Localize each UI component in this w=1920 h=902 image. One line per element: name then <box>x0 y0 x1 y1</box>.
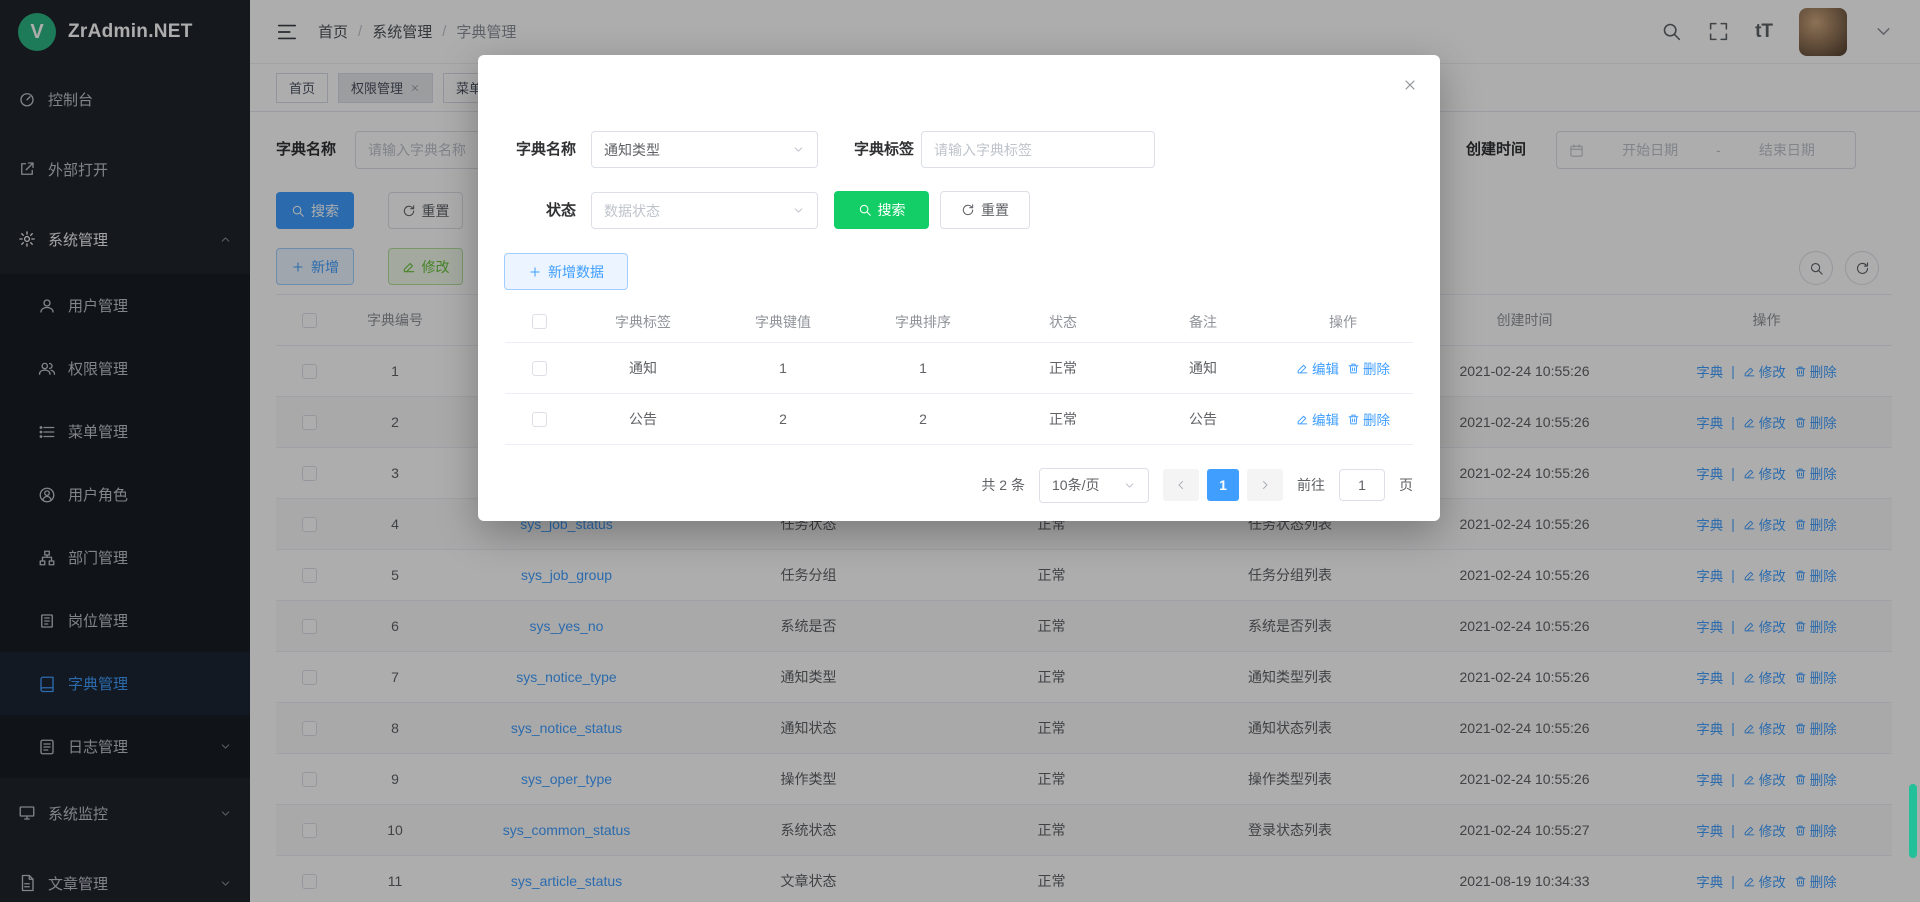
cell-operations: 编辑 删除 <box>1273 343 1413 393</box>
row-delete-link[interactable]: 删除 <box>1347 409 1390 429</box>
dialog-status-label: 状态 <box>504 192 576 229</box>
chevron-down-icon <box>792 204 805 217</box>
dialog-dict-name-label: 字典名称 <box>504 131 576 168</box>
row-delete-link[interactable]: 删除 <box>1347 358 1390 378</box>
plus-icon <box>528 265 542 279</box>
cell-dict-label: 公告 <box>573 394 713 444</box>
row-checkbox[interactable] <box>532 412 547 427</box>
select-value: 10条/页 <box>1052 475 1123 495</box>
cell-dict-value: 1 <box>713 343 853 393</box>
row-checkbox[interactable] <box>532 361 547 376</box>
dialog-status-select[interactable]: 数据状态 <box>591 192 818 229</box>
dialog-search-button[interactable]: 搜索 <box>834 191 929 229</box>
page-size-select[interactable]: 10条/页 <box>1039 468 1149 503</box>
header-remark: 备注 <box>1133 301 1273 342</box>
dict-data-dialog: 字典名称 通知类型 字典标签 状态 数据状态 搜索 重置 新增数据 字典标签 字… <box>478 55 1440 521</box>
scrollbar-thumb[interactable] <box>1909 784 1917 858</box>
page-number-button[interactable]: 1 <box>1207 469 1239 501</box>
pagination: 共 2 条 10条/页 1 前往 页 <box>505 467 1413 503</box>
row-edit-link[interactable]: 编辑 <box>1296 358 1339 378</box>
table-row: 通知 1 1 正常 通知 编辑 删除 <box>505 343 1413 394</box>
select-placeholder: 数据状态 <box>604 201 792 221</box>
chevron-down-icon <box>792 143 805 156</box>
dialog-add-data-button[interactable]: 新增数据 <box>504 253 628 290</box>
goto-page-input[interactable] <box>1339 469 1385 501</box>
cell-remark: 公告 <box>1133 394 1273 444</box>
cell-dict-value: 2 <box>713 394 853 444</box>
dialog-reset-button[interactable]: 重置 <box>940 191 1030 229</box>
dialog-dict-tag-input[interactable] <box>921 131 1155 168</box>
header-dict-label: 字典标签 <box>573 301 713 342</box>
cell-dict-sort: 1 <box>853 343 993 393</box>
cell-status: 正常 <box>993 394 1133 444</box>
table-header-row: 字典标签 字典键值 字典排序 状态 备注 操作 <box>505 301 1413 343</box>
cell-operations: 编辑 删除 <box>1273 394 1413 444</box>
prev-page-button[interactable] <box>1163 469 1199 501</box>
header-operations: 操作 <box>1273 301 1413 342</box>
header-dict-sort: 字典排序 <box>853 301 993 342</box>
table-body: 通知 1 1 正常 通知 编辑 删除 公告 2 2 正常 <box>505 343 1413 445</box>
refresh-icon <box>961 203 975 217</box>
dict-data-table: 字典标签 字典键值 字典排序 状态 备注 操作 通知 1 1 正常 通知 编辑 … <box>505 301 1413 445</box>
delete-icon <box>1347 413 1360 426</box>
select-value: 通知类型 <box>604 140 792 160</box>
dialog-dict-tag-label: 字典标签 <box>828 131 914 168</box>
pagination-total: 共 2 条 <box>981 475 1025 495</box>
edit-icon <box>1296 362 1309 375</box>
cell-status: 正常 <box>993 343 1133 393</box>
close-icon[interactable] <box>1402 77 1418 93</box>
edit-icon <box>1296 413 1309 426</box>
chevron-right-icon <box>1259 479 1271 491</box>
cell-remark: 通知 <box>1133 343 1273 393</box>
dialog-dict-name-select[interactable]: 通知类型 <box>591 131 818 168</box>
header-dict-value: 字典键值 <box>713 301 853 342</box>
header-status: 状态 <box>993 301 1133 342</box>
page-unit-label: 页 <box>1399 475 1413 495</box>
goto-label: 前往 <box>1297 475 1325 495</box>
chevron-down-icon <box>1123 479 1136 492</box>
cell-dict-label: 通知 <box>573 343 713 393</box>
search-icon <box>858 203 872 217</box>
chevron-left-icon <box>1175 479 1187 491</box>
pager-buttons: 1 <box>1163 469 1283 501</box>
next-page-button[interactable] <box>1247 469 1283 501</box>
table-row: 公告 2 2 正常 公告 编辑 删除 <box>505 394 1413 445</box>
row-edit-link[interactable]: 编辑 <box>1296 409 1339 429</box>
delete-icon <box>1347 362 1360 375</box>
cell-dict-sort: 2 <box>853 394 993 444</box>
select-all-checkbox[interactable] <box>532 314 547 329</box>
